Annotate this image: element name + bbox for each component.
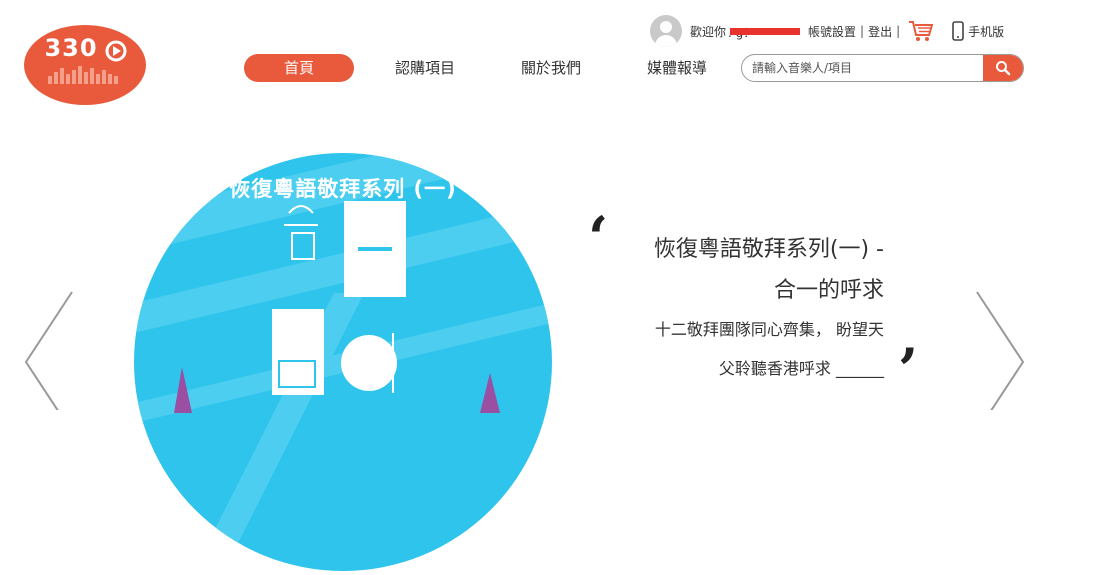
- welcome-text: 歡迎你: [690, 24, 727, 39]
- redaction-bar: [730, 28, 801, 35]
- nav-item-media-coverage[interactable]: 媒體報導: [646, 54, 708, 82]
- site-logo[interactable]: 330: [24, 24, 146, 106]
- slide-title-line-2[interactable]: 合一的呼求: [774, 272, 884, 304]
- nav-item-subscription-projects[interactable]: 認購項目: [394, 54, 456, 82]
- mobile-version-label: 手机版: [968, 24, 1005, 39]
- mobile-icon: [952, 21, 964, 41]
- slide-description-line-2: 父聆聽香港呼求 ______: [718, 359, 884, 378]
- account-settings-link[interactable]: 帳號設置: [808, 23, 856, 40]
- logo-text: 330: [44, 34, 98, 62]
- open-quote-mark: ‘: [588, 204, 609, 272]
- slide-description-line-1: 十二敬拜團隊同心齊集， 盼望天: [654, 320, 884, 339]
- close-quote-mark: ’: [898, 336, 919, 404]
- logout-link[interactable]: 登出: [868, 23, 892, 40]
- main-nav: 首頁 認購項目 關於我們 媒體報導: [244, 54, 708, 82]
- chevron-right-icon[interactable]: [975, 290, 1025, 410]
- album-disc-title: 恢復粵語敬拜系列 (一): [229, 177, 457, 201]
- nav-item-home[interactable]: 首頁: [244, 54, 354, 82]
- search-icon: [996, 61, 1011, 76]
- album-cover-image[interactable]: 恢復粵語敬拜系列 (一): [134, 153, 552, 571]
- username[interactable]: . g！: [728, 24, 806, 40]
- search-box: [741, 54, 1024, 82]
- chevron-left-icon[interactable]: [24, 290, 74, 410]
- user-bar: 歡迎你 . g！ 帳號設置 | 登出 | 手机版: [650, 14, 1004, 48]
- search-input[interactable]: [742, 55, 983, 81]
- slide-title-line-1[interactable]: 恢復粵語敬拜系列(一) -: [654, 231, 884, 263]
- mobile-version-link[interactable]: 手机版: [952, 21, 1004, 41]
- avatar-icon[interactable]: [650, 15, 682, 47]
- nav-item-about-us[interactable]: 關於我們: [520, 54, 582, 82]
- search-button[interactable]: [983, 55, 1023, 81]
- separator: |: [860, 24, 865, 38]
- separator: |: [896, 24, 901, 38]
- cart-icon[interactable]: [908, 19, 934, 43]
